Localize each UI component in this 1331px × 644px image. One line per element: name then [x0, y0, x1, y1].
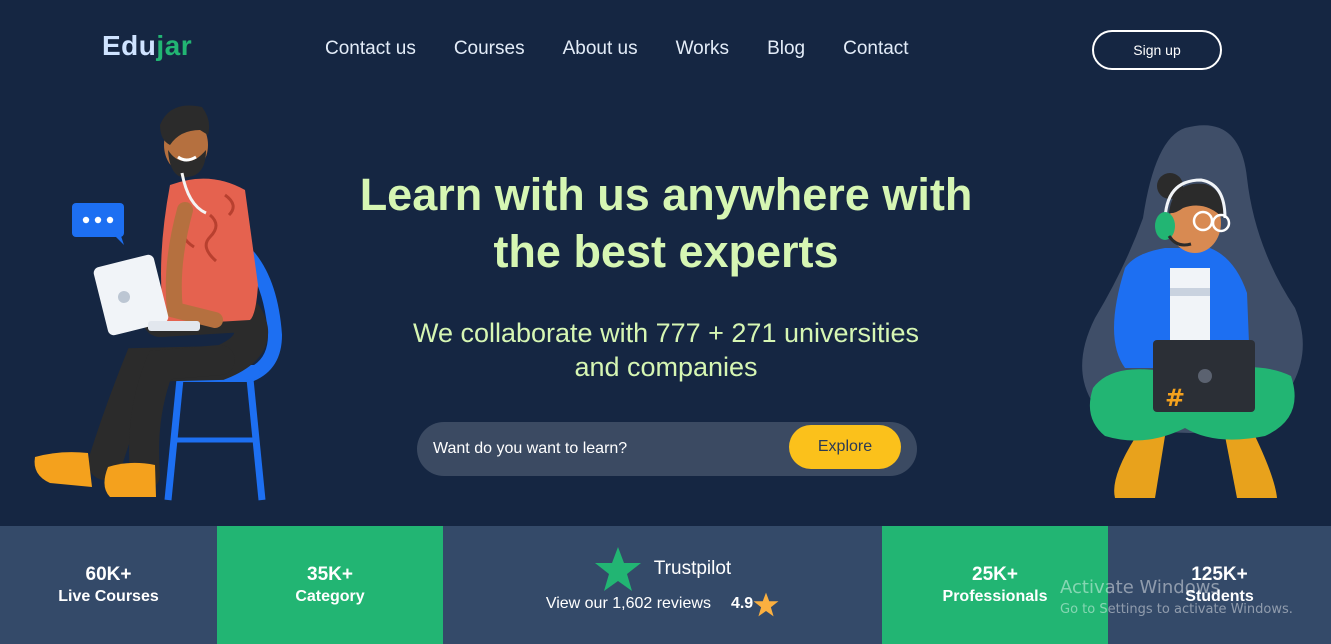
logo-part-edu: Edu — [102, 30, 157, 61]
logo-part-jar: jar — [156, 30, 193, 61]
hero-subtitle-line1: We collaborate with 777 + 271 universiti… — [412, 318, 920, 348]
trustpilot-footer: View our 1,602 reviews 4.9 — [546, 592, 779, 617]
stat-live-courses-label: Live Courses — [58, 588, 159, 605]
watermark-title: Activate Windows — [1060, 577, 1220, 598]
watermark-subtitle: Go to Settings to activate Windows. — [1060, 602, 1293, 617]
stat-category: 35K+ Category — [217, 526, 443, 644]
stat-category-label: Category — [295, 588, 365, 605]
nav-contact-us[interactable]: Contact us — [325, 38, 416, 60]
trustpilot-star-icon — [594, 546, 641, 591]
trustpilot-widget[interactable]: Trustpilot View our 1,602 reviews 4.9 — [443, 526, 882, 644]
nav-courses[interactable]: Courses — [454, 38, 525, 60]
activate-windows-watermark: Activate Windows Go to Settings to activ… — [1060, 577, 1293, 617]
woman-with-headset-illustration: # — [1082, 125, 1303, 498]
main-nav: Contact us Courses About us Works Blog C… — [325, 38, 947, 60]
trustpilot-name: Trustpilot — [653, 557, 732, 579]
search-input[interactable] — [433, 422, 793, 476]
hero-title: Learn with us anywhere with the best exp… — [280, 166, 1052, 280]
explore-button[interactable]: Explore — [789, 425, 901, 469]
stat-live-courses: 60K+ Live Courses — [0, 526, 217, 644]
nav-about-us[interactable]: About us — [563, 38, 638, 60]
nav-blog[interactable]: Blog — [767, 38, 805, 60]
rating-star-icon — [753, 592, 779, 616]
hero-subtitle: We collaborate with 777 + 271 universiti… — [340, 316, 992, 384]
search-bar: Explore — [417, 422, 917, 476]
nav-contact[interactable]: Contact — [843, 38, 908, 60]
logo[interactable]: Edujar — [102, 30, 192, 62]
stat-live-courses-number: 60K+ — [85, 564, 132, 585]
hero-title-line2: the best experts — [493, 226, 839, 277]
chat-bubble-icon — [72, 203, 124, 245]
nav-works[interactable]: Works — [676, 38, 729, 60]
stat-professionals-number: 25K+ — [972, 564, 1018, 585]
hero-title-line1: Learn with us anywhere with — [359, 169, 973, 220]
trustpilot-rating: 4.9 — [730, 595, 754, 612]
svg-text:#: # — [1165, 384, 1185, 412]
stat-category-number: 35K+ — [307, 564, 353, 585]
stat-professionals-label: Professionals — [942, 588, 1048, 605]
hero-subtitle-line2: and companies — [574, 352, 758, 382]
trustpilot-reviews-link[interactable]: View our 1,602 reviews — [546, 595, 711, 613]
trustpilot-header: Trustpilot — [594, 546, 731, 592]
sign-up-button[interactable]: Sign up — [1092, 30, 1222, 70]
man-with-laptop-illustration — [34, 105, 283, 501]
